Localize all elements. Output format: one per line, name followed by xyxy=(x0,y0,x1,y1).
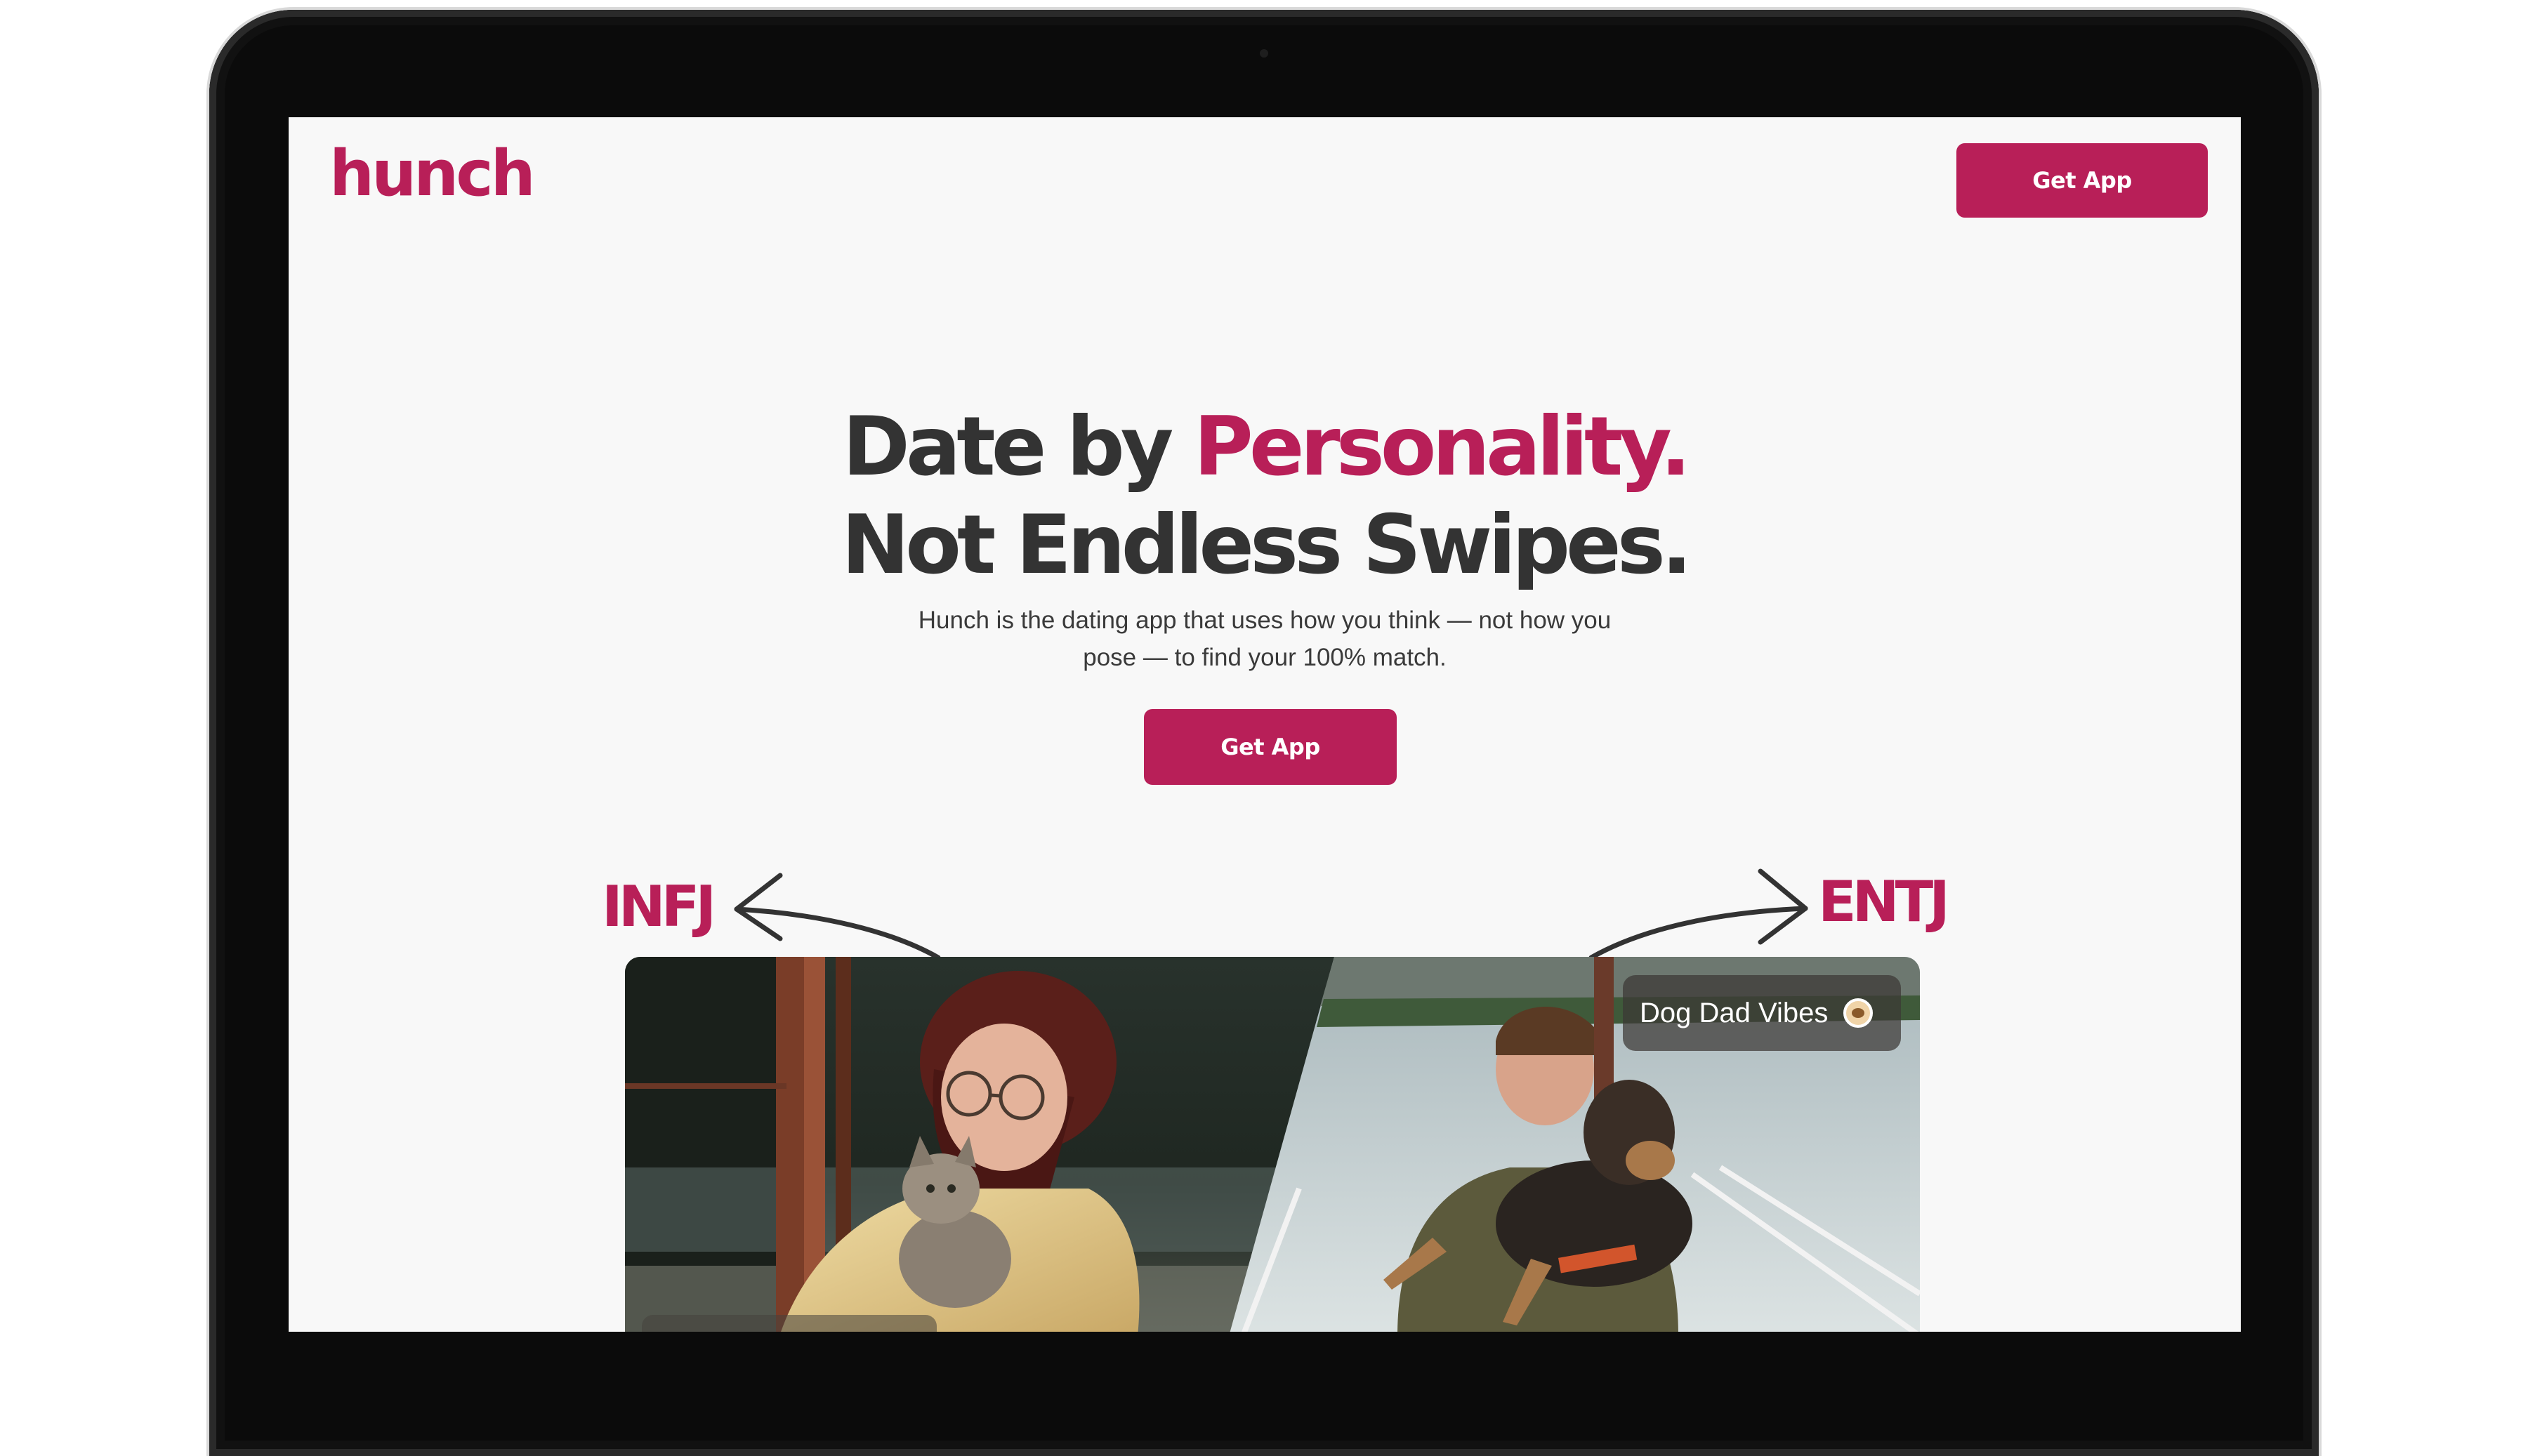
webcam xyxy=(1260,49,1268,58)
hero-title-line2: Not Endless Swipes. xyxy=(841,498,1692,593)
left-arrow-curve xyxy=(734,906,941,960)
entj-label: ENTJ xyxy=(1818,869,1950,934)
hunch-logo[interactable]: hunch xyxy=(329,143,536,206)
hero-title-part1: Date by xyxy=(842,399,1194,494)
header-get-app-button[interactable]: Get App xyxy=(1956,143,2208,218)
dog-dad-vibes-caption: Dog Dad Vibes xyxy=(1623,975,1901,1051)
hero-get-app-button[interactable]: Get App xyxy=(1144,709,1397,785)
left-profile-photo xyxy=(625,957,1334,1332)
right-arrow-head xyxy=(1758,868,1808,945)
hero-title-accent: Personality. xyxy=(1193,399,1692,494)
left-photo-caption xyxy=(642,1315,937,1332)
hero-subtitle: Hunch is the dating app that uses how yo… xyxy=(918,607,1612,671)
browser-screen: hunch Get App Date by Personality. Not E… xyxy=(289,117,2241,1332)
left-arrow-head xyxy=(734,873,783,941)
profile-photos-panel: Dog Dad Vibes xyxy=(625,957,1920,1332)
dog-face-icon xyxy=(1843,998,1874,1028)
right-arrow-curve xyxy=(1588,906,1808,960)
caption-text: Dog Dad Vibes xyxy=(1640,997,1829,1028)
hero-title: Date by Personality. Not Endless Swipes. xyxy=(289,398,2241,595)
infj-label: INFJ xyxy=(602,874,716,939)
